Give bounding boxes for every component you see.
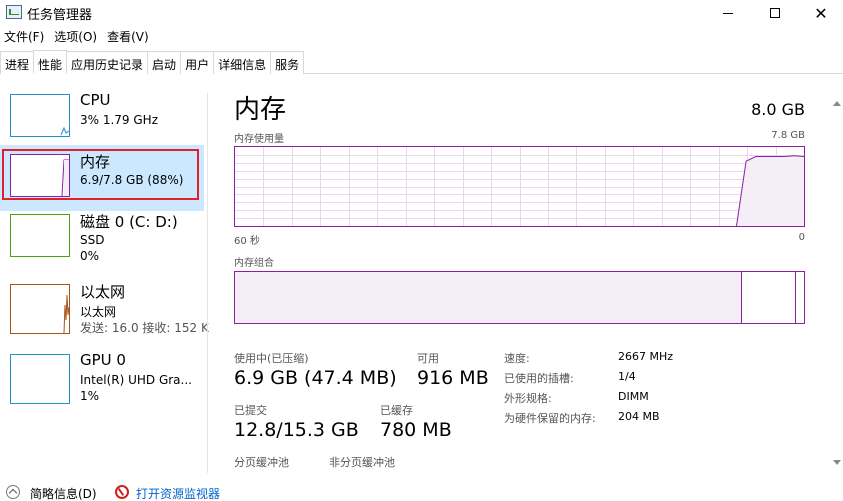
disk-type: SSD	[80, 233, 105, 247]
tab-processes[interactable]: 进程	[0, 51, 35, 74]
close-button[interactable]: ✕	[798, 0, 843, 26]
in-use-value: 6.9 GB (47.4 MB)	[234, 367, 397, 389]
tab-users[interactable]: 用户	[180, 51, 215, 74]
menu-file[interactable]: 文件(F)	[0, 26, 48, 46]
cached-label: 已缓存	[380, 404, 413, 417]
disk-title: 磁盘 0 (C: D:)	[80, 213, 178, 231]
ethernet-throughput: 发送: 16.0 接收: 152 K	[80, 321, 209, 335]
nonpaged-pool-label: 非分页缓冲池	[329, 456, 395, 469]
available-label: 可用	[417, 352, 439, 365]
tab-services[interactable]: 服务	[270, 51, 305, 74]
minimize-button[interactable]	[705, 0, 751, 26]
slots-label: 已使用的插槽:	[504, 372, 574, 385]
fewer-details-link[interactable]: 简略信息(D)	[30, 485, 97, 501]
tab-details[interactable]: 详细信息	[213, 51, 272, 74]
ethernet-title: 以太网	[80, 283, 126, 301]
cpu-title: CPU	[80, 91, 111, 109]
form-factor-label: 外形规格:	[504, 392, 552, 405]
vertical-scrollbar[interactable]	[831, 93, 843, 469]
page-title: 内存	[234, 95, 287, 125]
resource-disk[interactable]: 磁盘 0 (C: D:) SSD 0%	[0, 205, 204, 271]
cpu-usage: 3% 1.79 GHz	[80, 113, 159, 127]
available-value: 916 MB	[417, 367, 489, 389]
scroll-down-icon[interactable]	[833, 460, 841, 465]
graph-time-end: 0	[798, 232, 805, 243]
hardware-reserved-value: 204 MB	[618, 410, 660, 423]
cpu-mini-graph	[60, 126, 70, 136]
tab-bar: 进程 性能 应用历史记录 启动 用户 详细信息 服务	[0, 48, 843, 74]
slots-value: 1/4	[618, 370, 636, 383]
title-bar: 任务管理器 ✕	[0, 0, 843, 26]
ethernet-thumbnail	[10, 284, 70, 334]
gpu-usage: 1%	[80, 389, 100, 403]
usage-graph-max: 7.8 GB	[771, 130, 805, 141]
cached-value: 780 MB	[380, 419, 452, 441]
disk-thumbnail	[10, 214, 70, 257]
committed-label: 已提交	[234, 404, 267, 417]
footer: 简略信息(D) 打开资源监视器	[0, 480, 843, 501]
committed-value: 12.8/15.3 GB	[234, 419, 359, 441]
window-title: 任务管理器	[27, 8, 93, 23]
close-icon: ✕	[814, 3, 828, 23]
resource-cpu[interactable]: CPU 3% 1.79 GHz	[0, 85, 204, 151]
resource-ethernet[interactable]: 以太网 以太网 发送: 16.0 接收: 152 K	[0, 275, 209, 341]
ethernet-mini-graph	[63, 294, 70, 334]
in-use-label: 使用中(已压缩)	[234, 352, 309, 365]
menu-options[interactable]: 选项(O)	[50, 26, 101, 46]
gpu-thumbnail	[10, 354, 70, 404]
panel-divider[interactable]	[207, 93, 208, 473]
gpu-title: GPU 0	[80, 351, 126, 369]
total-memory: 8.0 GB	[751, 100, 805, 119]
graph-time-start: 60 秒	[234, 236, 260, 247]
menu-bar: 文件(F) 选项(O) 查看(V)	[0, 26, 155, 46]
task-manager-icon	[6, 5, 22, 19]
resource-list: CPU 3% 1.79 GHz 内存 6.9/7.8 GB (88%) 磁盘 0…	[0, 75, 209, 475]
speed-value: 2667 MHz	[618, 350, 674, 363]
resource-monitor-icon	[115, 485, 129, 499]
menu-view[interactable]: 查看(V)	[103, 26, 153, 46]
usage-area	[736, 155, 804, 226]
disk-usage: 0%	[80, 249, 100, 263]
open-resource-monitor-link[interactable]: 打开资源监视器	[136, 485, 220, 501]
speed-label: 速度:	[504, 352, 530, 365]
cpu-thumbnail	[10, 94, 70, 137]
memory-usage-chart	[235, 147, 804, 226]
composition-label: 内存组合	[234, 258, 274, 269]
hardware-reserved-label: 为硬件保留的内存:	[504, 412, 596, 425]
memory-usage-graph	[234, 146, 805, 227]
maximize-button[interactable]	[752, 0, 798, 26]
composition-standby[interactable]	[741, 272, 795, 323]
minimize-icon	[723, 12, 733, 14]
composition-free[interactable]	[795, 272, 804, 323]
form-factor-value: DIMM	[618, 390, 649, 403]
gpu-model: Intel(R) UHD Gra...	[80, 373, 192, 387]
tab-startup[interactable]: 启动	[147, 51, 182, 74]
memory-composition-bar	[234, 271, 805, 324]
maximize-icon	[770, 8, 780, 18]
resource-gpu[interactable]: GPU 0 Intel(R) UHD Gra... 1%	[0, 345, 204, 411]
composition-in-use[interactable]	[235, 272, 741, 323]
ethernet-name: 以太网	[80, 305, 117, 319]
scroll-up-icon[interactable]	[833, 101, 841, 106]
selection-highlight	[2, 149, 199, 200]
tab-app-history[interactable]: 应用历史记录	[66, 51, 149, 74]
graph-grid	[235, 147, 804, 226]
usage-graph-label: 内存使用量	[234, 134, 284, 145]
paged-pool-label: 分页缓冲池	[234, 456, 289, 469]
tab-performance[interactable]: 性能	[33, 50, 68, 74]
chevron-up-icon[interactable]	[6, 485, 20, 499]
